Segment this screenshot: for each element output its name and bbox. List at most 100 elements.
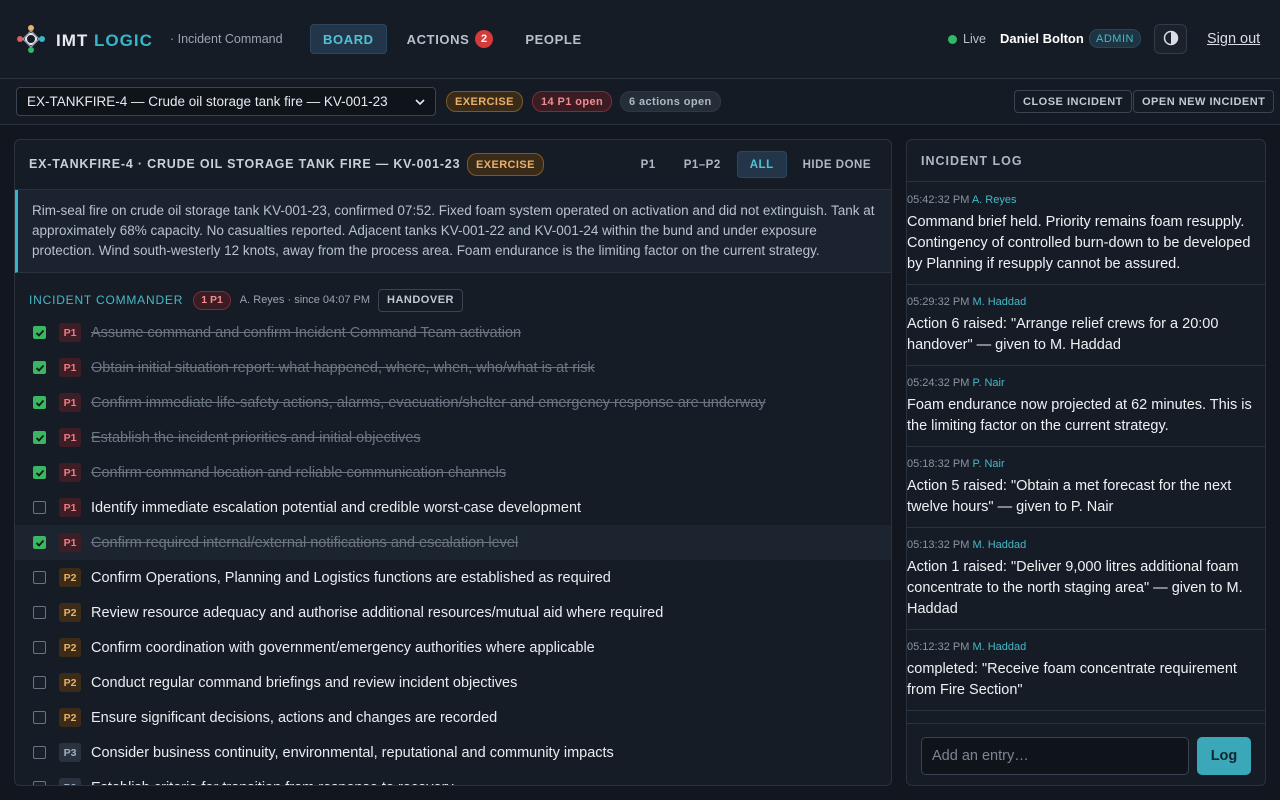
log-entry-meta: 05:29:32 PM M. Haddad — [907, 295, 1265, 309]
task-checkbox[interactable] — [33, 606, 46, 619]
task-row[interactable]: P1 Identify immediate escalation potentia… — [15, 490, 891, 525]
log-entry: 05:42:32 PM A. Reyes Command brief held. … — [907, 183, 1265, 285]
priority-badge: P1 — [59, 533, 81, 552]
task-checkbox[interactable] — [33, 746, 46, 759]
task-text: Establish criteria for transition from r… — [91, 780, 454, 786]
priority-badge: P1 — [59, 393, 81, 412]
log-entry: 05:24:32 PM P. Nair Foam endurance now pr… — [907, 366, 1265, 447]
incident-log-panel: INCIDENT LOG 05:42:32 PM A. Reyes Command… — [906, 139, 1266, 786]
task-checkbox[interactable] — [33, 501, 46, 514]
board-header: EX-TANKFIRE-4 · CRUDE OIL STORAGE TANK F… — [15, 140, 891, 190]
task-row[interactable]: P2 Confirm coordination with government/e… — [15, 630, 891, 665]
task-row[interactable]: P3 Establish criteria for transition from… — [15, 770, 891, 786]
incident-select[interactable]: EX-TANKFIRE-4 — Crude oil storage tank f… — [16, 87, 436, 116]
log-entry-author: P. Nair — [972, 377, 1005, 389]
theme-toggle-button[interactable] — [1154, 24, 1187, 54]
log-entry-meta: 05:24:32 PM P. Nair — [907, 376, 1265, 390]
task-row[interactable]: P2 Conduct regular command briefings and … — [15, 665, 891, 700]
handover-button[interactable]: HANDOVER — [378, 288, 463, 312]
brand-logo[interactable]: IMT LOGIC — [16, 24, 153, 57]
task-row[interactable]: P1 Confirm immediate life-safety actions,… — [15, 385, 891, 420]
log-entry-text: Action 6 raised: "Arrange relief crews f… — [907, 316, 1219, 353]
user-name: Daniel Bolton — [1000, 31, 1084, 46]
filter-p1[interactable]: P1 — [629, 151, 668, 178]
priority-badge: P2 — [59, 638, 81, 657]
task-text: Confirm Operations, Planning and Logisti… — [91, 569, 611, 586]
task-text: Conduct regular command briefings and re… — [91, 674, 518, 691]
log-entry-time: 05:12:32 PM — [907, 641, 970, 653]
task-row[interactable]: P2 Review resource adequacy and authorise… — [15, 595, 891, 630]
task-row[interactable]: P1 Assume command and confirm Incident Co… — [15, 315, 891, 350]
tab-people[interactable]: PEOPLE — [513, 24, 593, 54]
task-text: Assume command and confirm Incident Comm… — [91, 324, 522, 341]
task-checkbox[interactable] — [33, 361, 46, 374]
log-entry: 05:29:32 PM M. Haddad Action 6 raised: "A… — [907, 285, 1265, 366]
filter-hide-done[interactable]: HIDE DONE — [791, 151, 883, 178]
log-entry-text: completed: "Receive foam concentrate req… — [907, 661, 1237, 698]
log-entry-author: A. Reyes — [971, 194, 1017, 206]
task-checkbox[interactable] — [33, 326, 46, 339]
log-submit-button[interactable]: Log — [1197, 737, 1251, 775]
log-entry-meta: 05:42:32 PM A. Reyes — [907, 193, 1265, 207]
task-checkbox[interactable] — [33, 781, 46, 785]
incident-bar: EX-TANKFIRE-4 — Crude oil storage tank f… — [0, 79, 1280, 125]
task-row[interactable]: P2 Ensure significant decisions, actions … — [15, 700, 891, 735]
task-text: Confirm immediate life-safety actions, a… — [91, 394, 766, 411]
tab-board[interactable]: BOARD — [310, 24, 387, 54]
priority-badge: P2 — [59, 708, 81, 727]
p1-open-badge: 14 P1 open — [532, 91, 613, 112]
board-title: EX-TANKFIRE-4 · CRUDE OIL STORAGE TANK F… — [29, 157, 461, 171]
task-checkbox[interactable] — [33, 431, 46, 444]
filter-all[interactable]: ALL — [736, 151, 787, 178]
log-entry-time: 05:29:32 PM — [907, 296, 970, 308]
task-checkbox[interactable] — [33, 641, 46, 654]
tab-board-label: BOARD — [323, 31, 374, 47]
check-icon — [35, 539, 44, 547]
live-label: Live — [963, 32, 986, 46]
log-entry-text: Action 5 raised: "Obtain a met forecast … — [907, 478, 1232, 515]
task-row[interactable]: P3 Consider business continuity, environm… — [15, 735, 891, 770]
log-entry-text: Foam endurance now projected at 62 minut… — [907, 397, 1252, 434]
task-text: Confirm required internal/external notif… — [91, 534, 519, 551]
task-checkbox[interactable] — [33, 676, 46, 689]
task-row[interactable]: P1 Confirm command location and reliable … — [15, 455, 891, 490]
task-checkbox[interactable] — [33, 711, 46, 724]
log-entry-text: Action 1 raised: "Deliver 9,000 litres a… — [907, 559, 1243, 617]
log-entry-input[interactable] — [921, 737, 1189, 775]
board-exercise-badge: EXERCISE — [467, 153, 544, 176]
top-nav-bar: IMT LOGIC · Incident Command BOARD ACTIO… — [0, 0, 1280, 79]
live-indicator: Live — [948, 32, 986, 46]
live-dot-icon — [948, 34, 957, 44]
log-entry-author: M. Haddad — [972, 296, 1027, 308]
task-text: Identify immediate escalation potential … — [91, 499, 582, 516]
task-checkbox[interactable] — [33, 396, 46, 409]
exercise-badge: EXERCISE — [446, 91, 523, 112]
logo-icon — [16, 24, 46, 57]
filter-p1-p2[interactable]: P1–P2 — [672, 151, 733, 178]
task-checkbox[interactable] — [33, 466, 46, 479]
priority-badge: P1 — [59, 463, 81, 482]
priority-filters: P1 P1–P2 ALL HIDE DONE — [629, 151, 883, 178]
log-entry-time: 05:42:32 PM — [907, 194, 970, 206]
task-checkbox[interactable] — [33, 571, 46, 584]
tab-actions[interactable]: ACTIONS 2 — [395, 24, 506, 54]
incident-select-value: EX-TANKFIRE-4 — Crude oil storage tank f… — [27, 94, 388, 109]
priority-badge: P1 — [59, 358, 81, 377]
role-p1-badge: 1 P1 — [193, 290, 231, 310]
task-row[interactable]: P1 Confirm required internal/external not… — [15, 525, 891, 560]
task-row[interactable]: P1 Obtain initial situation report: what … — [15, 350, 891, 385]
task-text: Review resource adequacy and authorise a… — [91, 604, 664, 621]
log-entry-meta: 05:12:32 PM M. Haddad — [907, 640, 1265, 654]
task-checkbox[interactable] — [33, 536, 46, 549]
task-row[interactable]: P1 Establish the incident priorities and … — [15, 420, 891, 455]
log-entry-time: 05:24:32 PM — [907, 377, 970, 389]
task-text: Ensure significant decisions, actions an… — [91, 709, 498, 726]
signout-link[interactable]: Sign out — [1207, 31, 1260, 47]
priority-badge: P1 — [59, 428, 81, 447]
close-incident-button[interactable]: CLOSE INCIDENT — [1014, 90, 1132, 113]
log-entry-author: M. Haddad — [972, 641, 1027, 653]
task-row[interactable]: P2 Confirm Operations, Planning and Logis… — [15, 560, 891, 595]
log-list[interactable]: 05:42:32 PM A. Reyes Command brief held. … — [907, 183, 1265, 723]
open-new-incident-button[interactable]: OPEN NEW INCIDENT — [1133, 90, 1275, 113]
brand-name: IMT LOGIC — [56, 30, 153, 50]
